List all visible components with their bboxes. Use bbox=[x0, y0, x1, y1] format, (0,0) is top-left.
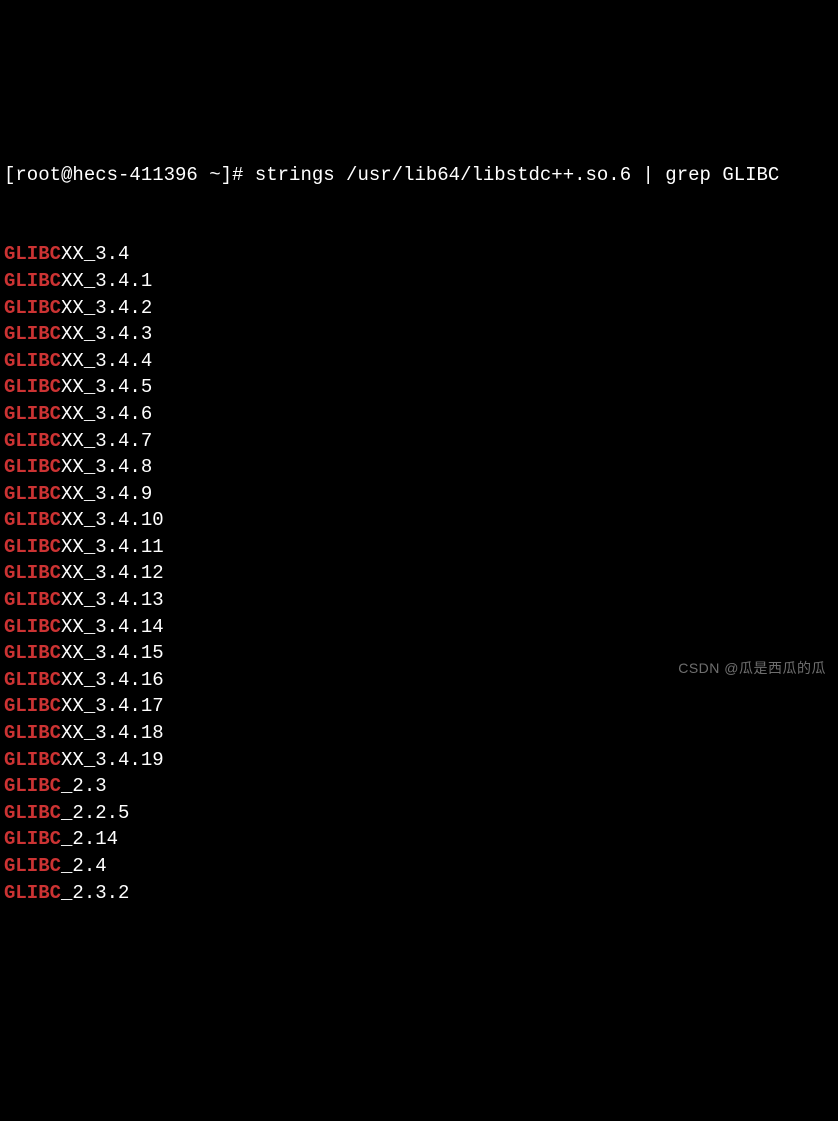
grep-match-highlight: GLIBC bbox=[4, 749, 61, 771]
output-line: GLIBCXX_3.4.13 bbox=[4, 587, 834, 614]
output-line: GLIBC_2.4 bbox=[4, 853, 834, 880]
grep-match-highlight: GLIBC bbox=[4, 562, 61, 584]
grep-match-highlight: GLIBC bbox=[4, 642, 61, 664]
output-line: GLIBCXX_3.4.12 bbox=[4, 560, 834, 587]
output-line: GLIBC_2.3 bbox=[4, 773, 834, 800]
output-text: XX_3.4.7 bbox=[61, 430, 152, 452]
grep-match-highlight: GLIBC bbox=[4, 882, 61, 904]
output-line: GLIBCXX_3.4.11 bbox=[4, 534, 834, 561]
grep-match-highlight: GLIBC bbox=[4, 243, 61, 265]
output-text: XX_3.4.10 bbox=[61, 509, 164, 531]
grep-match-highlight: GLIBC bbox=[4, 775, 61, 797]
output-text: XX_3.4.13 bbox=[61, 589, 164, 611]
grep-match-highlight: GLIBC bbox=[4, 828, 61, 850]
grep-match-highlight: GLIBC bbox=[4, 376, 61, 398]
grep-match-highlight: GLIBC bbox=[4, 403, 61, 425]
grep-match-highlight: GLIBC bbox=[4, 297, 61, 319]
shell-prompt-line: [root@hecs-411396 ~]# strings /usr/lib64… bbox=[4, 162, 834, 189]
output-line: GLIBC_2.14 bbox=[4, 826, 834, 853]
output-line: GLIBCXX_3.4.18 bbox=[4, 720, 834, 747]
output-text: XX_3.4.6 bbox=[61, 403, 152, 425]
output-line: GLIBCXX_3.4.1 bbox=[4, 268, 834, 295]
output-text: _2.3.2 bbox=[61, 882, 129, 904]
output-line: GLIBCXX_3.4.3 bbox=[4, 321, 834, 348]
output-line: GLIBCXX_3.4.10 bbox=[4, 507, 834, 534]
output-line: GLIBCXX_3.4.9 bbox=[4, 481, 834, 508]
output-text: XX_3.4.16 bbox=[61, 669, 164, 691]
grep-match-highlight: GLIBC bbox=[4, 509, 61, 531]
shell-prompt-prefix: [root@hecs-411396 ~]# bbox=[4, 164, 255, 186]
output-line: GLIBCXX_3.4.2 bbox=[4, 295, 834, 322]
csdn-watermark: CSDN @瓜是西瓜的瓜 bbox=[678, 659, 826, 679]
grep-match-highlight: GLIBC bbox=[4, 722, 61, 744]
output-line: GLIBCXX_3.4.8 bbox=[4, 454, 834, 481]
output-line: GLIBCXX_3.4.6 bbox=[4, 401, 834, 428]
output-text: XX_3.4.19 bbox=[61, 749, 164, 771]
output-text: XX_3.4.11 bbox=[61, 536, 164, 558]
output-text: _2.4 bbox=[61, 855, 107, 877]
grep-match-highlight: GLIBC bbox=[4, 430, 61, 452]
grep-output: GLIBCXX_3.4GLIBCXX_3.4.1GLIBCXX_3.4.2GLI… bbox=[4, 241, 834, 906]
output-line: GLIBC_2.3.2 bbox=[4, 880, 834, 907]
output-text: XX_3.4.18 bbox=[61, 722, 164, 744]
output-text: _2.3 bbox=[61, 775, 107, 797]
output-text: XX_3.4.15 bbox=[61, 642, 164, 664]
grep-match-highlight: GLIBC bbox=[4, 456, 61, 478]
output-text: XX_3.4.2 bbox=[61, 297, 152, 319]
output-line: GLIBCXX_3.4.5 bbox=[4, 374, 834, 401]
output-line: GLIBCXX_3.4.14 bbox=[4, 614, 834, 641]
grep-match-highlight: GLIBC bbox=[4, 695, 61, 717]
grep-match-highlight: GLIBC bbox=[4, 855, 61, 877]
grep-match-highlight: GLIBC bbox=[4, 350, 61, 372]
grep-match-highlight: GLIBC bbox=[4, 589, 61, 611]
output-line: GLIBCXX_3.4 bbox=[4, 241, 834, 268]
output-text: XX_3.4.5 bbox=[61, 376, 152, 398]
output-text: XX_3.4.4 bbox=[61, 350, 152, 372]
grep-match-highlight: GLIBC bbox=[4, 536, 61, 558]
output-text: XX_3.4.12 bbox=[61, 562, 164, 584]
output-line: GLIBC_2.2.5 bbox=[4, 800, 834, 827]
output-text: XX_3.4.14 bbox=[61, 616, 164, 638]
terminal-output: [root@hecs-411396 ~]# strings /usr/lib64… bbox=[0, 106, 838, 934]
grep-match-highlight: GLIBC bbox=[4, 669, 61, 691]
output-text: XX_3.4.8 bbox=[61, 456, 152, 478]
grep-match-highlight: GLIBC bbox=[4, 483, 61, 505]
output-text: XX_3.4.9 bbox=[61, 483, 152, 505]
output-text: XX_3.4.3 bbox=[61, 323, 152, 345]
output-line: GLIBCXX_3.4.7 bbox=[4, 428, 834, 455]
grep-match-highlight: GLIBC bbox=[4, 270, 61, 292]
output-text: _2.2.5 bbox=[61, 802, 129, 824]
output-text: XX_3.4 bbox=[61, 243, 129, 265]
output-line: GLIBCXX_3.4.4 bbox=[4, 348, 834, 375]
output-text: XX_3.4.17 bbox=[61, 695, 164, 717]
grep-match-highlight: GLIBC bbox=[4, 616, 61, 638]
grep-match-highlight: GLIBC bbox=[4, 323, 61, 345]
output-text: _2.14 bbox=[61, 828, 118, 850]
output-text: XX_3.4.1 bbox=[61, 270, 152, 292]
output-line: GLIBCXX_3.4.17 bbox=[4, 693, 834, 720]
output-line: GLIBCXX_3.4.19 bbox=[4, 747, 834, 774]
shell-command: strings /usr/lib64/libstdc++.so.6 | grep… bbox=[255, 164, 780, 186]
grep-match-highlight: GLIBC bbox=[4, 802, 61, 824]
